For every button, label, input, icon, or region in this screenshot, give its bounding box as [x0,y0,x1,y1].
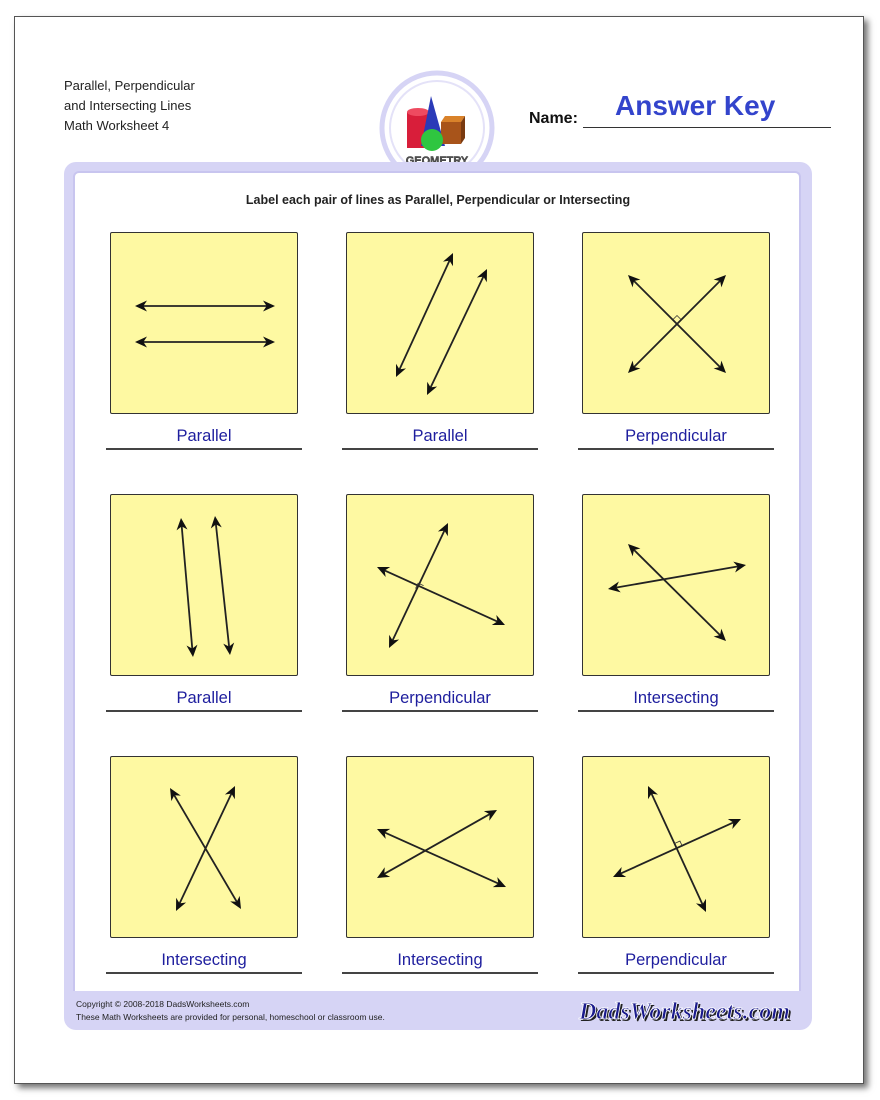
worksheet-title: Parallel, Perpendicular and Intersecting… [64,76,195,136]
answer-field-3[interactable]: Perpendicular [578,426,774,450]
right-angle-marker-icon [672,314,682,321]
line-1 [383,831,500,885]
problem-panel-1 [110,232,298,414]
line-1 [180,525,194,650]
line-diagram-2 [396,253,487,395]
answer-field-8[interactable]: Intersecting [342,950,538,974]
name-value: Answer Key [615,90,776,121]
line-1 [650,792,704,906]
line-2 [178,792,233,905]
answer-field-9[interactable]: Perpendicular [578,950,774,974]
name-underline [583,127,831,128]
line-diagram-5 [377,523,505,648]
line-2 [214,523,231,648]
answer-field-2[interactable]: Parallel [342,426,538,450]
title-line-1: Parallel, Perpendicular [64,78,195,93]
instructions: Label each pair of lines as Parallel, Pe… [245,193,631,207]
line-1 [633,548,721,637]
dadsworksheets-logo-icon: DadsWorksheets.com DadsWorksheets.com [578,999,792,1027]
line-diagram-3 [628,275,726,373]
line-diagram-7 [170,786,241,911]
line-diagram-9 [613,786,741,912]
brand-text: DadsWorksheets.com [578,999,790,1025]
answer-field-6[interactable]: Intersecting [578,688,774,712]
line-2 [619,821,735,875]
problem-panel-3 [582,232,770,414]
name-label: Name: [529,110,578,127]
line-diagram-8 [377,810,506,888]
title-line-2: and Intersecting Lines [64,98,192,113]
footer-text: Copyright © 2008-2018 DadsWorksheets.com… [76,998,385,1024]
usage-note: These Math Worksheets are provided for p… [76,1012,385,1022]
line-diagram-4 [176,516,235,657]
copyright: Copyright © 2008-2018 DadsWorksheets.com [76,999,250,1009]
problem-panel-5 [346,494,534,676]
arrow-head-icon [170,788,181,802]
problem-panel-6 [582,494,770,676]
line-diagram-6 [608,544,746,641]
answer-field-5[interactable]: Perpendicular [342,688,538,712]
title-line-3: Math Worksheet 4 [64,118,170,133]
problem-panel-7 [110,756,298,938]
problem-panel-9 [582,756,770,938]
name-field[interactable]: Name: Answer Key [529,90,831,130]
problem-panel-8 [346,756,534,938]
problem-panel-2 [346,232,534,414]
line-2 [383,569,499,623]
line-2 [383,813,491,875]
answer-field-7[interactable]: Intersecting [106,950,302,974]
problem-panel-4 [110,494,298,676]
answer-field-1[interactable]: Parallel [106,426,302,450]
line-2 [615,565,739,589]
line-2 [429,275,485,389]
answer-field-4[interactable]: Parallel [106,688,302,712]
line-diagram-1 [135,300,275,348]
arrow-head-icon [230,895,241,909]
line-1 [398,259,451,371]
